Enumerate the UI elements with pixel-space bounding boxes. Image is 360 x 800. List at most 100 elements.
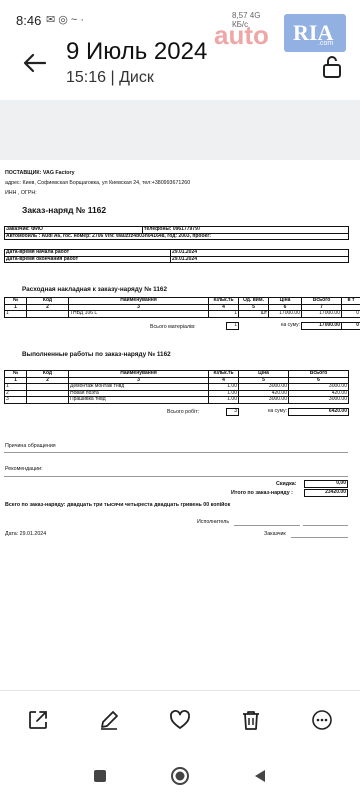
works-number-row: 1 2 3 4 5 6 xyxy=(4,376,349,385)
works-cell: 3000.00 xyxy=(238,383,289,391)
supplier-name: VAG Factory xyxy=(42,170,75,176)
works-cell xyxy=(26,383,69,391)
end-value: 29.01.2024 xyxy=(170,255,349,264)
supplier-address: адрес: Киев, Софиевская Борщаговка, ул К… xyxy=(5,180,191,186)
materials-total-label: Всього матеріалів: xyxy=(150,324,196,330)
edit-button[interactable] xyxy=(96,707,122,733)
lock-icon xyxy=(323,56,341,78)
back-nav-button[interactable] xyxy=(250,766,270,786)
invoice-title: Расходная накладная к заказу-наряду № 11… xyxy=(22,286,168,293)
share-icon xyxy=(29,711,47,729)
back-button[interactable] xyxy=(18,46,52,80)
executor-name-line xyxy=(303,525,348,526)
recommend-label: Рекомендации: xyxy=(5,466,43,472)
works-header-cell: Код xyxy=(26,370,69,378)
works-cell xyxy=(26,396,69,404)
works-number-cell: 6 xyxy=(288,376,349,385)
works-header-cell: Ціна xyxy=(238,370,289,378)
works-number-cell: 2 xyxy=(26,376,69,385)
supplier-label: ПОСТАВЩИК: xyxy=(5,170,42,176)
works-cell: 1 xyxy=(4,383,27,391)
order-info-table: Заказчик: ФИО телефоны: 0961779797 Автом… xyxy=(4,226,349,241)
invoice-cell: 1 xyxy=(208,310,239,318)
executor-label: Исполнитель xyxy=(197,519,230,525)
works-table: № Код Наименування Кільк.ть Ціна Всього … xyxy=(4,370,349,404)
screen: 8:46 ✉ ◎ ~ · 8,57 4G КБ/с auto RIA .com … xyxy=(0,0,360,800)
invoice-header-cell: Кільк.ть xyxy=(208,297,239,305)
lock-button[interactable] xyxy=(318,52,346,82)
start-label: Дата-время начала работ xyxy=(4,249,171,257)
phones-cell: телефоны: 0961779797 xyxy=(142,226,349,234)
delete-button[interactable] xyxy=(238,707,264,733)
executor-signature-line xyxy=(234,525,300,526)
works-cell: Прашивка тнвд xyxy=(68,396,209,404)
works-number-cell: 1 xyxy=(4,376,27,385)
back-triangle-icon xyxy=(255,770,265,782)
order-title: Заказ-наряд № 1162 xyxy=(22,205,107,215)
discount-label: Скидка: xyxy=(276,481,297,487)
works-cell: 1.00 xyxy=(208,383,239,391)
document-image: ПОСТАВЩИК: VAG Factory адрес: Киев, Софи… xyxy=(0,160,360,680)
total-in-words: Всего по заказ-наряду: двадцать три тыся… xyxy=(5,502,231,508)
page-title: 9 Июль 2024 xyxy=(66,38,208,65)
bottom-toolbar xyxy=(0,690,360,746)
image-margin-band xyxy=(0,100,360,160)
notification-icons: ✉ ◎ ~ · xyxy=(46,14,85,26)
works-cell: 3000.00 xyxy=(288,396,349,404)
materials-total-table: 1 на суму: 17000.00 0 xyxy=(226,322,360,330)
table-row: 1 Демонтаж монтаж тнвд 1.00 3000.00 3000… xyxy=(4,383,349,391)
invoice-cell: 17000.00 xyxy=(268,310,302,318)
more-button[interactable] xyxy=(309,707,335,733)
invoice-number-cell: 4 xyxy=(208,303,239,312)
invoice-number-cell: 6 xyxy=(268,303,302,312)
back-arrow-icon xyxy=(23,53,47,73)
reason-label: Причина обращения xyxy=(5,443,56,449)
home-icon xyxy=(171,767,189,785)
invoice-table: № Код Наименування Кільк.ть Од. вим. Цін… xyxy=(4,297,360,318)
invoice-number-cell xyxy=(341,303,360,312)
client-label: Заказчик xyxy=(264,531,286,537)
works-number-cell: 5 xyxy=(238,376,289,385)
grand-total-label: Итого по заказ-наряду : xyxy=(231,490,293,496)
works-number-cell: 3 xyxy=(68,376,209,385)
start-value: 29.01.2024 xyxy=(170,249,349,257)
invoice-header-cell: Од. вим. xyxy=(238,297,269,305)
recents-button[interactable] xyxy=(90,766,110,786)
invoice-cell: 0 xyxy=(341,310,360,318)
works-cell: 3 xyxy=(4,396,27,404)
table-row: 3 Прашивка тнвд 1.00 3000.00 3000.00 xyxy=(4,396,349,404)
recents-icon xyxy=(94,770,106,782)
invoice-cell: шт xyxy=(238,310,269,318)
empty-cell xyxy=(239,323,269,330)
invoice-header-row: № Код Наименування Кільк.ть Од. вим. Цін… xyxy=(4,297,360,305)
works-cell: 3000.00 xyxy=(238,396,289,404)
discount-table: 0,00 xyxy=(304,480,348,488)
end-label: Дата-время окончания работ xyxy=(4,255,171,264)
materials-sum: 17000.00 xyxy=(301,322,342,330)
invoice-header-cell: № xyxy=(4,297,27,305)
client-signature-line xyxy=(291,537,348,538)
share-button[interactable] xyxy=(25,707,51,733)
invoice-header-cell: Всього xyxy=(301,297,342,305)
invoice-number-cell: 1 xyxy=(4,303,27,312)
table-row: 2 Новая поэта 1.00 420.00 420.00 xyxy=(4,389,349,398)
viewer-header: 9 Июль 2024 15:16 | Диск xyxy=(0,38,360,100)
works-cell: 3000.00 xyxy=(288,383,349,391)
supplier-inn: ИНН , ОГРН: xyxy=(5,190,37,196)
works-cell: Новая поэта xyxy=(68,389,209,398)
favorite-button[interactable] xyxy=(167,707,193,733)
works-total-label: Всього робіт: xyxy=(167,409,200,415)
works-cell: 2 xyxy=(4,389,27,398)
car-info-cell: Автомобиль : Audi A6, гос. номер: 2706 V… xyxy=(4,232,349,241)
works-sum-label: на суму: xyxy=(267,408,287,414)
dates-table: Дата-время начала работ 29.01.2024 Дата-… xyxy=(4,249,349,264)
invoice-header-cell: Ціна xyxy=(268,297,302,305)
invoice-number-cell: 2 xyxy=(26,303,69,312)
discount-value: 0,00 xyxy=(304,480,348,488)
invoice-number-cell: 7 xyxy=(301,303,342,312)
system-nav-bar xyxy=(0,746,360,800)
home-button[interactable] xyxy=(170,766,190,786)
invoice-cell xyxy=(26,310,69,318)
invoice-header-cell: Наименування xyxy=(68,297,209,305)
grand-total-value: 23420.00 xyxy=(304,489,348,497)
